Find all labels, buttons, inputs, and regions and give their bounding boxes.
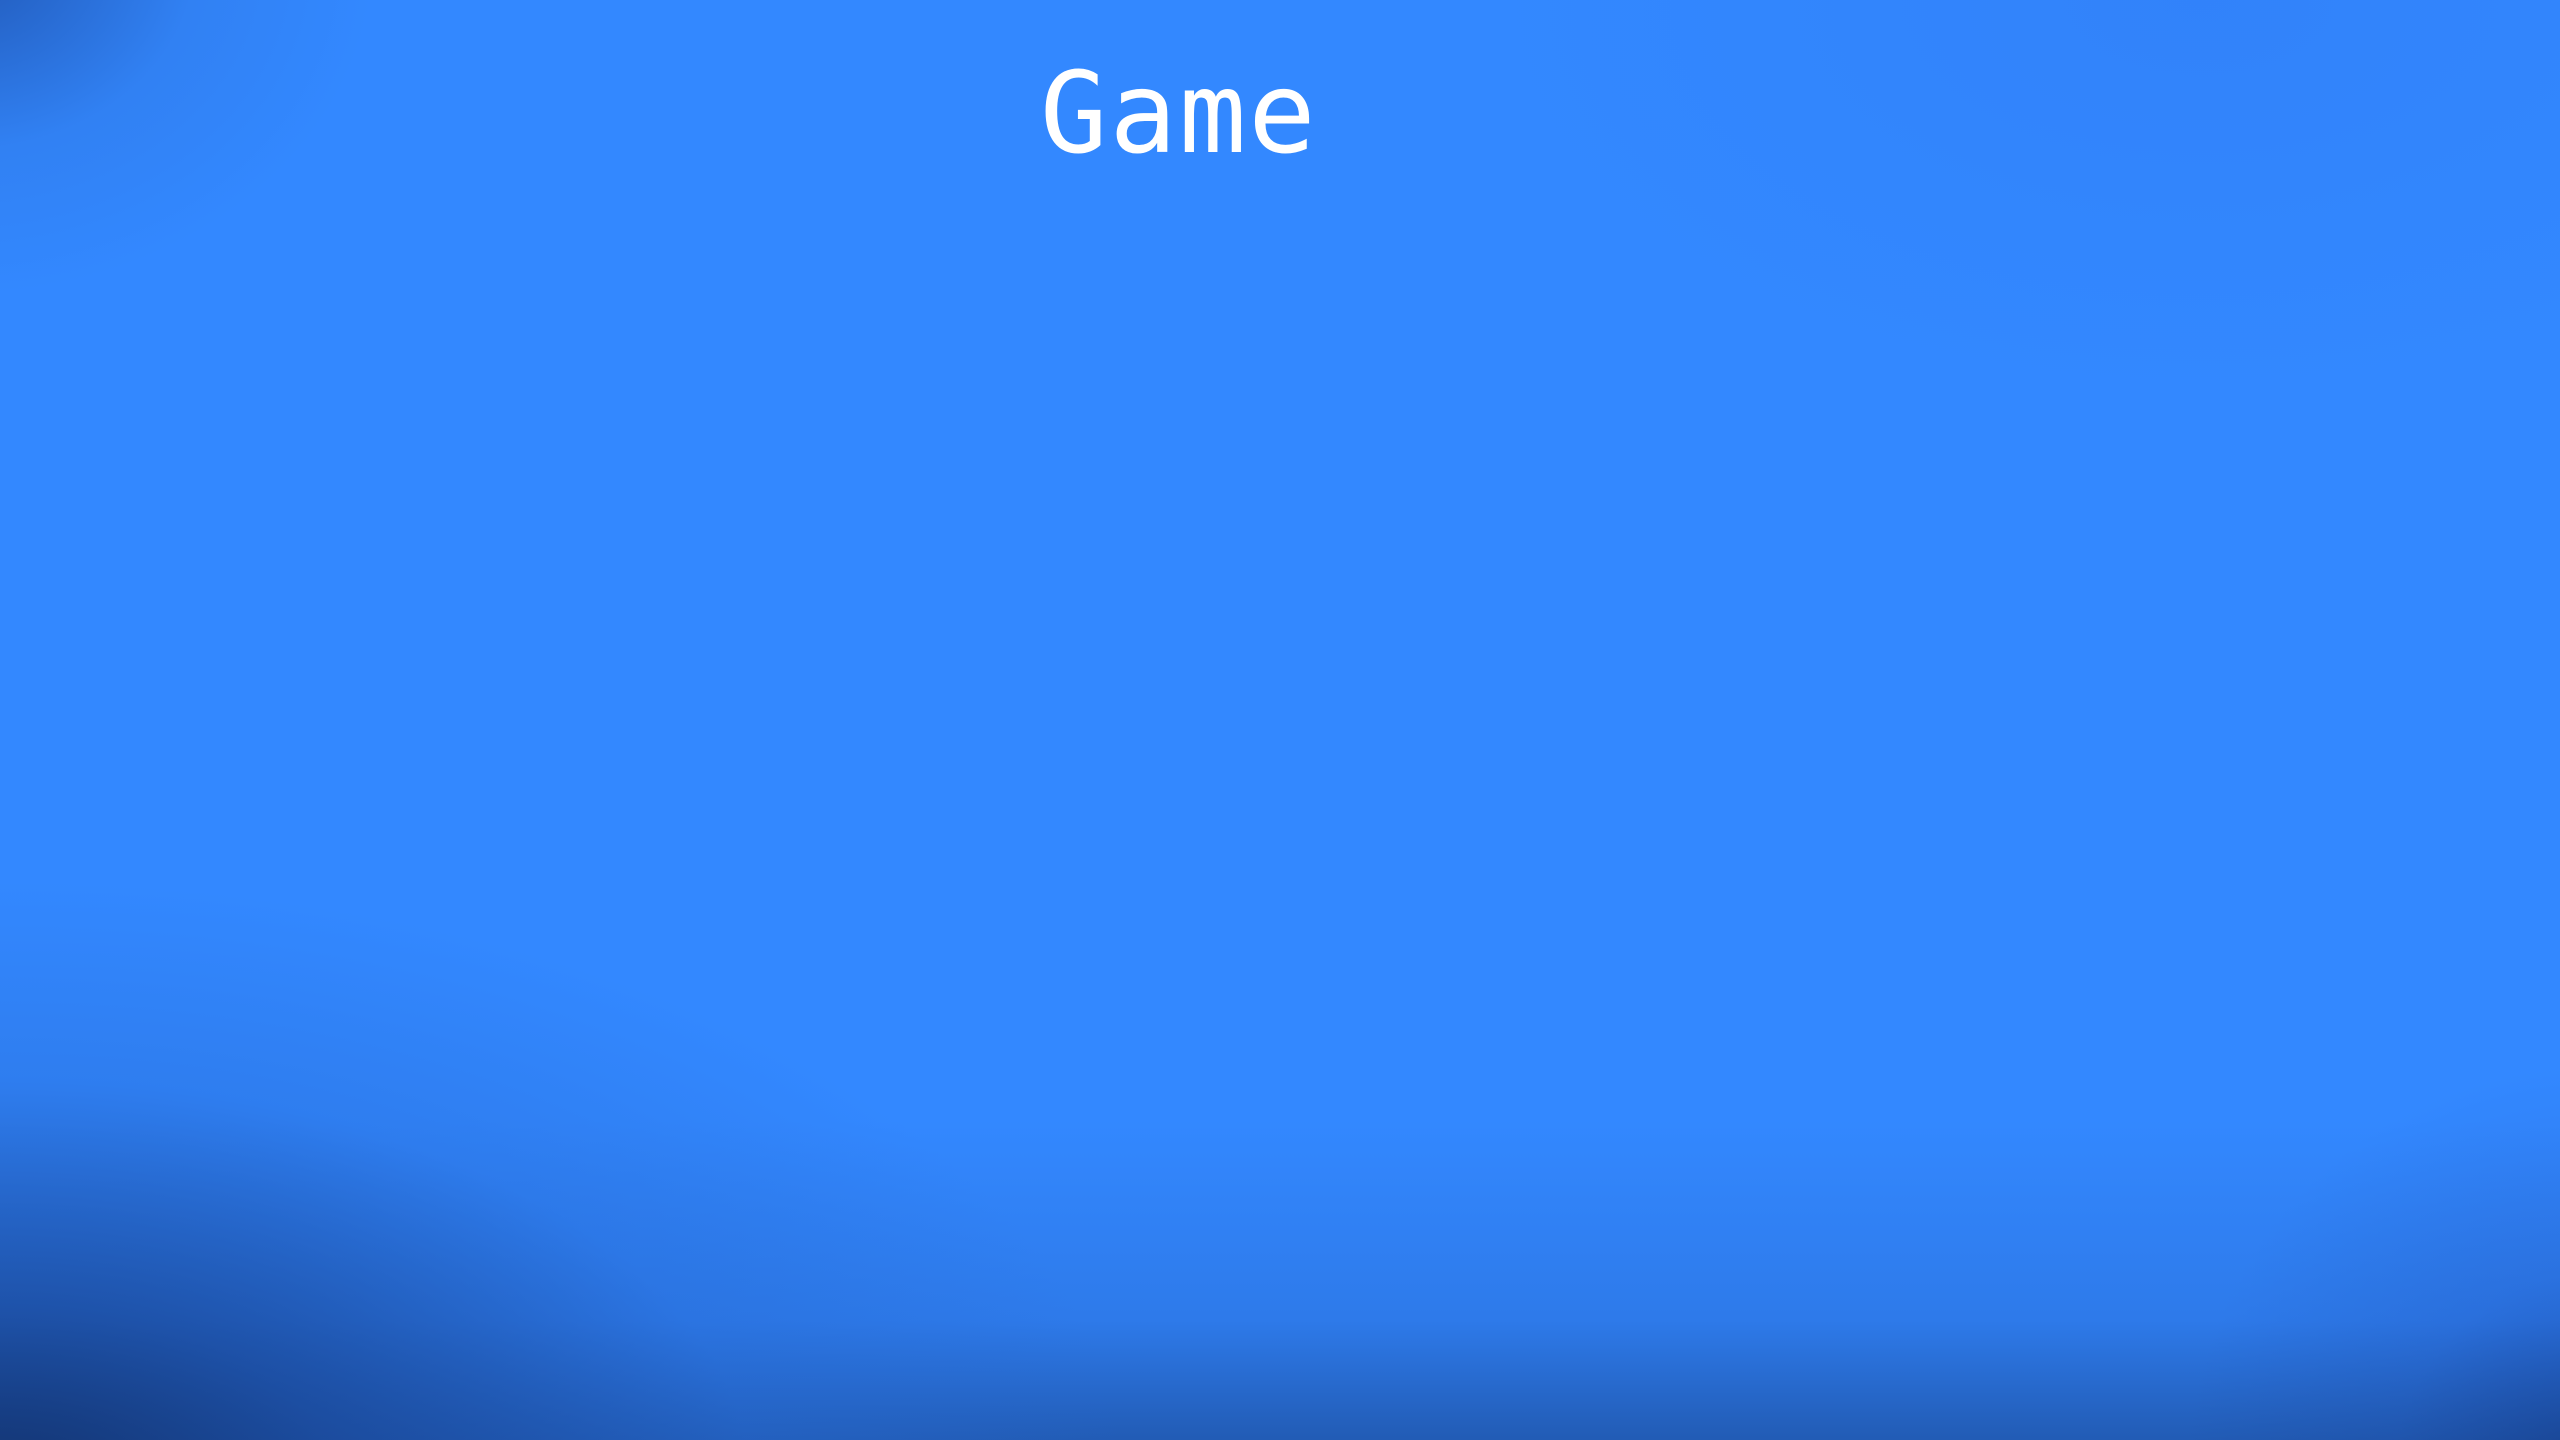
background-shade-bottom-left — [0, 0, 2560, 1440]
game-title: Game — [1040, 49, 1318, 179]
background-shade-bottom-right — [0, 0, 2560, 1440]
background-shade-top-right — [0, 0, 2560, 1440]
background-shade-top-left — [0, 0, 2560, 1440]
game-canvas[interactable]: Game — [0, 0, 2560, 1440]
background-shade-bottom-edge — [0, 0, 2560, 1440]
